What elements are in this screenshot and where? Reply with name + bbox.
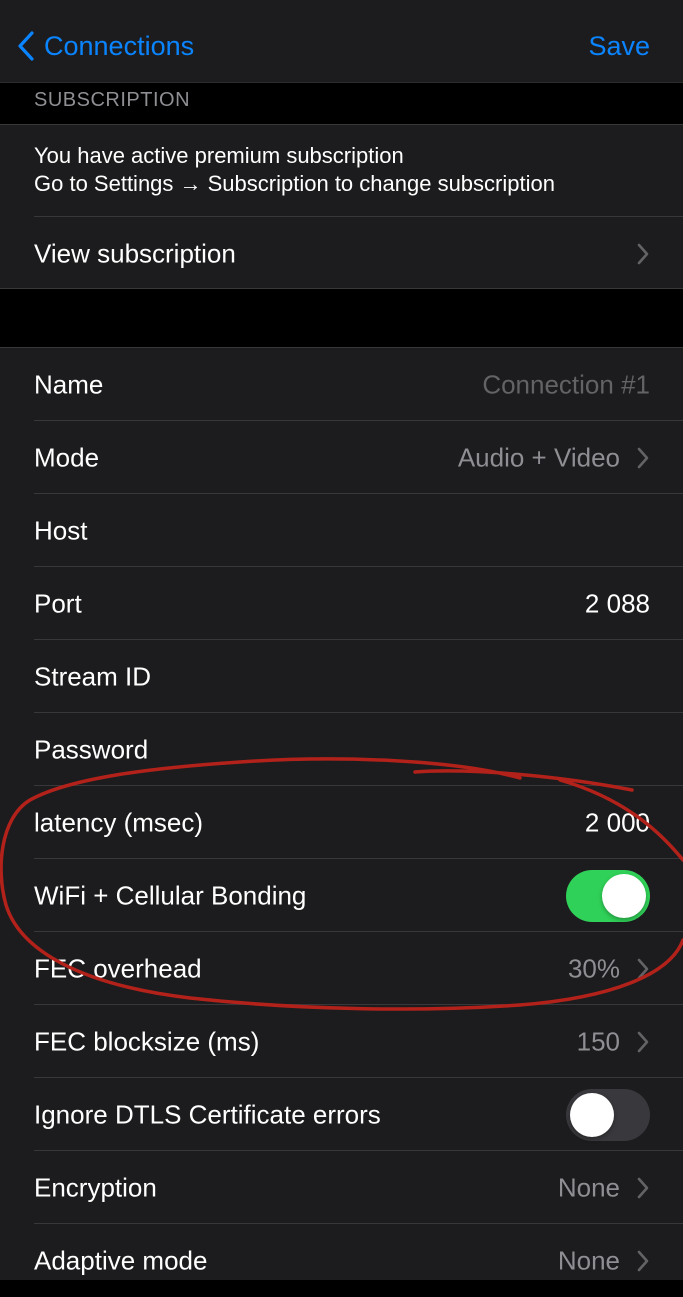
bonding-row: WiFi + Cellular Bonding xyxy=(0,859,683,932)
password-row[interactable]: Password xyxy=(0,713,683,786)
save-button[interactable]: Save xyxy=(588,31,650,62)
port-row[interactable]: Port 2 088 xyxy=(0,567,683,640)
fec-blocksize-value: 150 xyxy=(576,1026,620,1056)
adaptive-mode-value: None xyxy=(557,1245,620,1275)
chevron-right-icon xyxy=(637,447,649,468)
fec-overhead-label: FEC overhead xyxy=(34,953,202,983)
encryption-value: None xyxy=(557,1172,620,1202)
name-row[interactable]: Name Connection #1 xyxy=(0,348,683,421)
ignore-dtls-row: Ignore DTLS Certificate errors xyxy=(0,1078,683,1151)
view-subscription-row[interactable]: View subscription xyxy=(0,217,683,290)
ignore-dtls-toggle[interactable] xyxy=(566,1088,650,1141)
adaptive-mode-row[interactable]: Adaptive mode None xyxy=(0,1224,683,1297)
chevron-right-icon xyxy=(637,243,649,264)
chevron-right-icon xyxy=(637,1250,649,1271)
latency-row[interactable]: latency (msec) 2 000 xyxy=(0,786,683,859)
fec-overhead-value: 30% xyxy=(567,953,620,983)
name-label: Name xyxy=(34,369,104,399)
mode-label: Mode xyxy=(34,442,100,472)
adaptive-mode-label: Adaptive mode xyxy=(34,1245,208,1275)
stream-id-label: Stream ID xyxy=(34,661,152,691)
subscription-header-label: SUBSCRIPTION xyxy=(34,89,191,111)
subscription-info: You have active premium subscription Go … xyxy=(34,142,555,198)
bonding-label: WiFi + Cellular Bonding xyxy=(34,880,307,910)
password-label: Password xyxy=(34,734,149,764)
toggle-knob xyxy=(570,1092,614,1137)
navigation-bar: Connections Save xyxy=(0,0,683,83)
latency-label: latency (msec) xyxy=(34,807,204,837)
chevron-right-icon xyxy=(637,958,649,979)
host-row[interactable]: Host xyxy=(0,494,683,567)
port-label: Port xyxy=(34,588,82,618)
bonding-toggle[interactable] xyxy=(566,869,650,922)
encryption-label: Encryption xyxy=(34,1172,157,1202)
subscription-status-text: You have active premium subscription xyxy=(34,143,404,168)
fec-overhead-row[interactable]: FEC overhead 30% xyxy=(0,932,683,1005)
view-subscription-label: View subscription xyxy=(34,238,236,268)
fec-blocksize-row[interactable]: FEC blocksize (ms) 150 xyxy=(0,1005,683,1078)
name-input[interactable]: Connection #1 xyxy=(482,369,650,400)
subscription-hint-text: Go to Settings → Subscription to change … xyxy=(34,171,555,196)
port-input[interactable]: 2 088 xyxy=(585,588,650,619)
subscription-section-header: SUBSCRIPTION xyxy=(0,83,683,124)
subscription-group: You have active premium subscription Go … xyxy=(0,124,683,289)
toggle-knob xyxy=(602,873,646,918)
chevron-right-icon xyxy=(637,1177,649,1198)
latency-input[interactable]: 2 000 xyxy=(585,807,650,838)
fec-blocksize-label: FEC blocksize (ms) xyxy=(34,1026,260,1056)
chevron-right-icon xyxy=(637,1031,649,1052)
stream-id-row[interactable]: Stream ID xyxy=(0,640,683,713)
chevron-left-icon xyxy=(18,31,34,61)
mode-value: Audio + Video xyxy=(457,442,620,472)
mode-row[interactable]: Mode Audio + Video xyxy=(0,421,683,494)
host-label: Host xyxy=(34,515,88,545)
connection-settings-group: Name Connection #1 Mode Audio + Video Ho… xyxy=(0,347,683,1280)
encryption-row[interactable]: Encryption None xyxy=(0,1151,683,1224)
back-button[interactable]: Connections xyxy=(18,26,194,66)
ignore-dtls-label: Ignore DTLS Certificate errors xyxy=(34,1099,381,1129)
back-button-label: Connections xyxy=(44,30,195,61)
